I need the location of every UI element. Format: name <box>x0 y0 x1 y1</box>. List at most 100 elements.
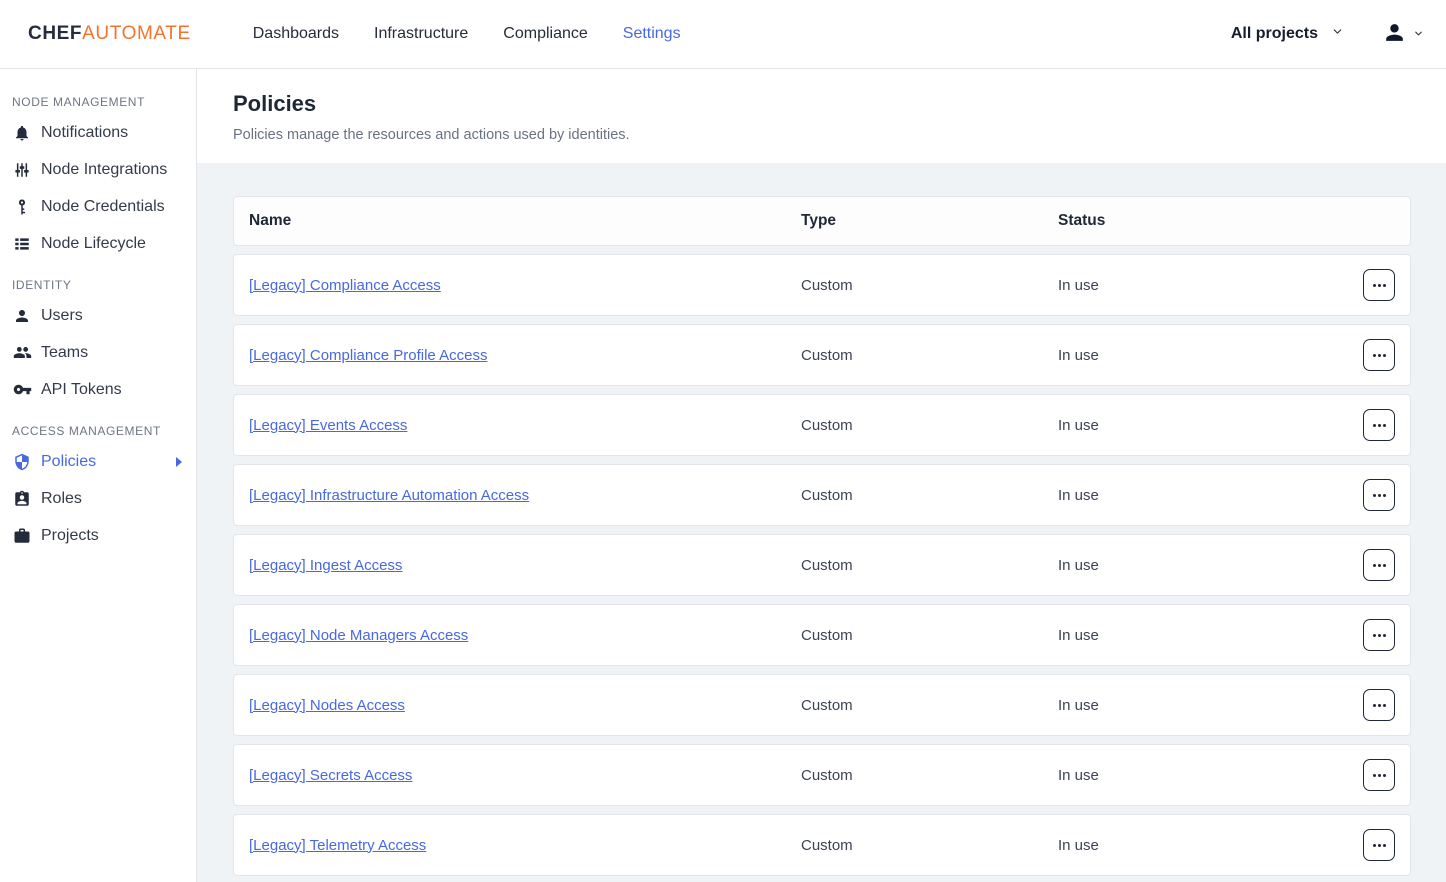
policy-type: Custom <box>786 417 1043 434</box>
user-menu-button[interactable] <box>1382 20 1424 48</box>
sidebar-item-label: Notifications <box>41 124 128 142</box>
sidebar-item-node-credentials[interactable]: Node Credentials <box>0 188 196 225</box>
policy-status: In use <box>1043 767 1363 784</box>
briefcase-icon <box>12 526 32 546</box>
sidebar-item-teams[interactable]: Teams <box>0 334 196 371</box>
main-nav: Dashboards Infrastructure Compliance Set… <box>253 25 681 43</box>
sidebar-section-node-management: NODE MANAGEMENT <box>0 95 196 109</box>
row-actions-button[interactable] <box>1363 759 1395 791</box>
more-horizontal-icon <box>1378 494 1381 497</box>
sidebar-item-label: Projects <box>41 527 99 545</box>
column-header-name: Name <box>234 212 786 230</box>
sidebar-item-label: Node Integrations <box>41 161 167 179</box>
policy-status: In use <box>1043 347 1363 364</box>
top-navigation: CHEFAUTOMATE Dashboards Infrastructure C… <box>0 0 1446 69</box>
table-row: [Legacy] Ingest Access Custom In use <box>233 534 1411 596</box>
sidebar-item-label: Node Credentials <box>41 198 165 216</box>
policy-name-link[interactable]: [Legacy] Events Access <box>249 417 407 434</box>
table-row: [Legacy] Nodes Access Custom In use <box>233 674 1411 736</box>
key-icon <box>12 380 32 400</box>
nav-item-dashboards[interactable]: Dashboards <box>253 25 339 43</box>
page-header: Policies Policies manage the resources a… <box>197 69 1446 163</box>
sidebar-item-policies[interactable]: Policies <box>0 443 196 480</box>
page-title: Policies <box>233 91 1410 117</box>
policy-type: Custom <box>786 557 1043 574</box>
sidebar-item-node-lifecycle[interactable]: Node Lifecycle <box>0 225 196 262</box>
logo-automate-text: AUTOMATE <box>82 23 191 44</box>
person-icon <box>12 306 32 326</box>
policy-name-link[interactable]: [Legacy] Ingest Access <box>249 557 402 574</box>
policy-name-link[interactable]: [Legacy] Compliance Access <box>249 277 441 294</box>
policy-name-link[interactable]: [Legacy] Secrets Access <box>249 767 412 784</box>
more-horizontal-icon <box>1378 774 1381 777</box>
sidebar-item-api-tokens[interactable]: API Tokens <box>0 371 196 408</box>
sidebar-item-users[interactable]: Users <box>0 297 196 334</box>
column-header-status: Status <box>1043 212 1363 230</box>
sidebar-item-notifications[interactable]: Notifications <box>0 114 196 151</box>
main-content: Policies Policies manage the resources a… <box>197 69 1446 882</box>
row-actions-button[interactable] <box>1363 339 1395 371</box>
projects-filter-value: All projects <box>1231 25 1318 43</box>
policy-status: In use <box>1043 697 1363 714</box>
table-row: [Legacy] Secrets Access Custom In use <box>233 744 1411 806</box>
sidebar-item-roles[interactable]: Roles <box>0 480 196 517</box>
nav-item-infrastructure[interactable]: Infrastructure <box>374 25 468 43</box>
policy-status: In use <box>1043 487 1363 504</box>
settings-sidebar: NODE MANAGEMENT Notifications Node Integ… <box>0 69 197 882</box>
row-actions-button[interactable] <box>1363 619 1395 651</box>
page-subtitle: Policies manage the resources and action… <box>233 127 1410 143</box>
sidebar-item-projects[interactable]: Projects <box>0 517 196 554</box>
policy-type: Custom <box>786 347 1043 364</box>
table-row: [Legacy] Node Managers Access Custom In … <box>233 604 1411 666</box>
column-header-type: Type <box>786 212 1043 230</box>
row-actions-button[interactable] <box>1363 829 1395 861</box>
row-actions-button[interactable] <box>1363 409 1395 441</box>
logo-chef-text: CHEF <box>28 23 82 44</box>
policies-table-body: [Legacy] Compliance Access Custom In use… <box>233 254 1411 876</box>
policy-status: In use <box>1043 417 1363 434</box>
policy-status: In use <box>1043 837 1363 854</box>
row-actions-button[interactable] <box>1363 269 1395 301</box>
sidebar-section-identity: IDENTITY <box>0 278 196 292</box>
policy-status: In use <box>1043 277 1363 294</box>
sidebar-item-label: Policies <box>41 453 96 471</box>
policy-name-link[interactable]: [Legacy] Infrastructure Automation Acces… <box>249 487 529 504</box>
nav-item-settings[interactable]: Settings <box>623 25 681 43</box>
policy-status: In use <box>1043 627 1363 644</box>
key-vertical-icon <box>12 197 32 217</box>
sidebar-item-label: Users <box>41 307 83 325</box>
list-icon <box>12 234 32 254</box>
badge-icon <box>12 489 32 509</box>
sidebar-item-label: Teams <box>41 344 88 362</box>
policy-name-link[interactable]: [Legacy] Nodes Access <box>249 697 405 714</box>
policies-table-header: Name Type Status <box>233 196 1411 246</box>
sidebar-item-node-integrations[interactable]: Node Integrations <box>0 151 196 188</box>
sidebar-item-label: Roles <box>41 490 82 508</box>
policy-type: Custom <box>786 487 1043 504</box>
sidebar-section-access-management: ACCESS MANAGEMENT <box>0 424 196 438</box>
policy-name-link[interactable]: [Legacy] Compliance Profile Access <box>249 347 487 364</box>
table-row: [Legacy] Infrastructure Automation Acces… <box>233 464 1411 526</box>
projects-filter-dropdown[interactable]: All projects <box>1231 25 1344 43</box>
people-icon <box>12 343 32 363</box>
sliders-icon <box>12 160 32 180</box>
row-actions-button[interactable] <box>1363 479 1395 511</box>
policy-status: In use <box>1043 557 1363 574</box>
row-actions-button[interactable] <box>1363 549 1395 581</box>
sidebar-item-label: API Tokens <box>41 381 122 399</box>
policy-type: Custom <box>786 627 1043 644</box>
table-row: [Legacy] Telemetry Access Custom In use <box>233 814 1411 876</box>
app-logo[interactable]: CHEFAUTOMATE <box>28 23 191 45</box>
policy-type: Custom <box>786 697 1043 714</box>
topnav-right: All projects <box>1231 20 1424 48</box>
shield-icon <box>12 452 32 472</box>
policy-type: Custom <box>786 277 1043 294</box>
submenu-arrow-icon <box>176 457 182 467</box>
policy-name-link[interactable]: [Legacy] Telemetry Access <box>249 837 426 854</box>
nav-item-compliance[interactable]: Compliance <box>503 25 587 43</box>
row-actions-button[interactable] <box>1363 689 1395 721</box>
more-horizontal-icon <box>1378 284 1381 287</box>
more-horizontal-icon <box>1378 844 1381 847</box>
policy-name-link[interactable]: [Legacy] Node Managers Access <box>249 627 468 644</box>
sidebar-item-label: Node Lifecycle <box>41 235 146 253</box>
